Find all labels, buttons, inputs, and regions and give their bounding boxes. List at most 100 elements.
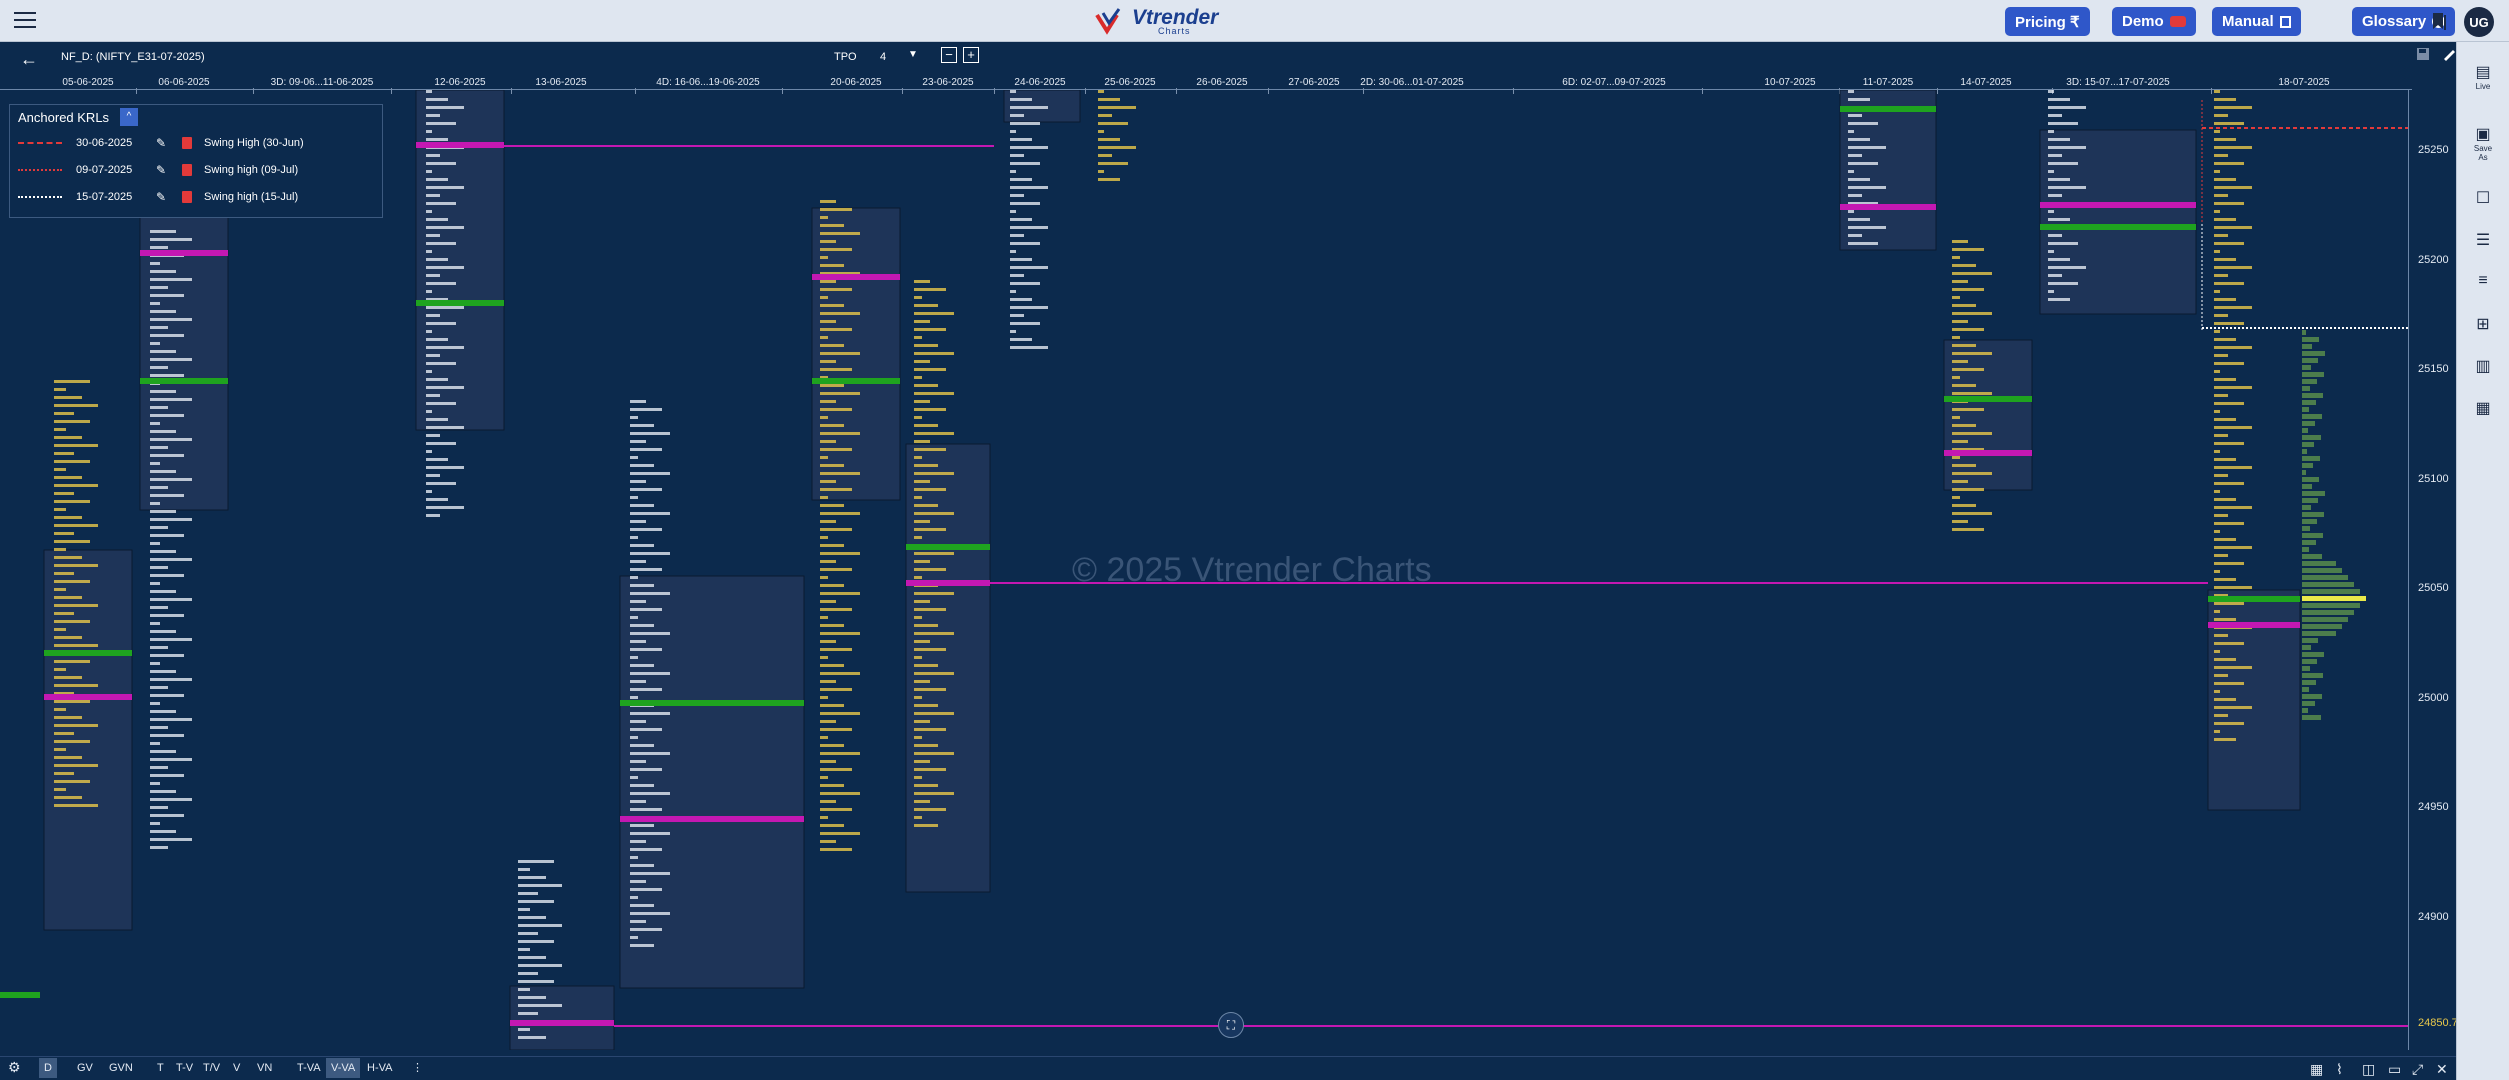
tpo-row bbox=[1010, 162, 1040, 165]
mode-t-v-button[interactable]: T-V bbox=[171, 1058, 198, 1078]
krl-name: Swing High (30-Jun) bbox=[204, 137, 304, 149]
tpo-row bbox=[820, 752, 860, 755]
tpo-row bbox=[54, 604, 98, 607]
mode-d-button[interactable]: D bbox=[39, 1058, 57, 1078]
tpo-row bbox=[54, 620, 90, 623]
price-tick: 25050 bbox=[2418, 582, 2449, 594]
more-options-icon[interactable]: ⋮ bbox=[412, 1061, 423, 1074]
pencil-icon[interactable]: ✎ bbox=[156, 163, 166, 177]
tpo-row bbox=[914, 360, 930, 363]
tpo-row bbox=[150, 622, 160, 625]
tpo-row bbox=[914, 736, 922, 739]
mode-h-va-button[interactable]: H-VA bbox=[362, 1058, 397, 1078]
save-as-button[interactable]: ▣ Save As bbox=[2471, 124, 2495, 162]
back-arrow-icon[interactable]: ← bbox=[20, 49, 38, 70]
tpo-row bbox=[54, 524, 98, 527]
volume-bar bbox=[2302, 393, 2323, 398]
tpo-row bbox=[630, 528, 662, 531]
tpo-row bbox=[820, 568, 852, 571]
pencil-icon[interactable]: ✎ bbox=[156, 190, 166, 204]
zoom-out-button[interactable]: − bbox=[941, 47, 957, 63]
tpo-row bbox=[150, 806, 168, 809]
tpo-row bbox=[2214, 274, 2228, 277]
manual-button[interactable]: Manual bbox=[2212, 7, 2301, 36]
mode-v-va-button[interactable]: V-VA bbox=[326, 1058, 361, 1078]
layout-icon[interactable]: ▭ bbox=[2388, 1061, 2401, 1078]
tpo-row bbox=[150, 462, 160, 465]
tpo-row bbox=[2048, 98, 2070, 101]
chevron-down-icon[interactable]: ▼ bbox=[908, 49, 918, 60]
value-area-bar bbox=[510, 1020, 614, 1026]
tpo-row bbox=[150, 798, 192, 801]
tpo-row bbox=[54, 588, 66, 591]
grid-button[interactable]: ⊞ bbox=[2471, 314, 2495, 334]
tpo-row bbox=[914, 768, 946, 771]
tpo-row bbox=[630, 464, 654, 467]
tpo-row bbox=[2214, 642, 2244, 645]
volume-bar bbox=[2302, 708, 2308, 713]
tpo-size-select[interactable]: 4 bbox=[880, 51, 886, 63]
close-icon[interactable]: ✕ bbox=[2436, 1061, 2448, 1078]
avatar[interactable]: UG bbox=[2464, 7, 2494, 37]
tpo-row bbox=[150, 838, 192, 841]
bookmarks-icon[interactable] bbox=[2428, 10, 2450, 32]
mode-gvn-button[interactable]: GVN bbox=[104, 1058, 138, 1078]
demo-button[interactable]: Demo bbox=[2112, 7, 2196, 36]
tpo-row bbox=[150, 246, 168, 249]
tpo-row bbox=[426, 322, 456, 325]
tpo-row bbox=[518, 1036, 546, 1039]
tpo-row bbox=[426, 98, 448, 101]
volume-bar bbox=[2302, 715, 2321, 720]
tpo-row bbox=[150, 310, 176, 313]
price-tick: 25250 bbox=[2418, 144, 2449, 156]
menu-icon[interactable] bbox=[14, 12, 36, 30]
tpo-row bbox=[150, 422, 160, 425]
settings-gear-icon[interactable]: ⚙ bbox=[8, 1059, 21, 1076]
live-button[interactable]: ▤ Live bbox=[2471, 62, 2495, 91]
collapse-button[interactable]: ^ bbox=[120, 108, 138, 126]
tpo-row bbox=[630, 488, 662, 491]
pricing-button[interactable]: Pricing ₹ bbox=[2005, 7, 2090, 36]
save-icon[interactable] bbox=[2415, 46, 2431, 62]
tpo-row bbox=[630, 568, 662, 571]
zoom-in-button[interactable]: + bbox=[963, 47, 979, 63]
tpo-row bbox=[914, 312, 954, 315]
line-chart-icon[interactable]: ⌇ bbox=[2336, 1061, 2343, 1078]
mode-v-button[interactable]: V bbox=[228, 1058, 245, 1078]
tpo-row bbox=[1952, 248, 1984, 251]
tpo-row bbox=[2214, 218, 2236, 221]
mode-t-va-button[interactable]: T-VA bbox=[292, 1058, 326, 1078]
tiles-button[interactable]: ▦ bbox=[2471, 398, 2495, 418]
value-area-bar bbox=[1944, 450, 2032, 456]
trash-icon[interactable] bbox=[182, 191, 192, 203]
mode-vn-button[interactable]: VN bbox=[252, 1058, 277, 1078]
tpo-row bbox=[2214, 498, 2236, 501]
trash-icon[interactable] bbox=[182, 164, 192, 176]
panel-toggle-button[interactable]: ☐ bbox=[2471, 188, 2495, 208]
tpo-row bbox=[518, 924, 562, 927]
columns-button[interactable]: ▥ bbox=[2471, 356, 2495, 376]
tpo-row bbox=[914, 672, 954, 675]
date-label: 10-07-2025 bbox=[1764, 77, 1816, 88]
tpo-row bbox=[1010, 202, 1040, 205]
camera-icon[interactable]: ◫ bbox=[2362, 1061, 2375, 1078]
mode-t-slash-v-button[interactable]: T/V bbox=[198, 1058, 225, 1078]
draw-icon[interactable] bbox=[2441, 46, 2457, 62]
mode-t-button[interactable]: T bbox=[152, 1058, 169, 1078]
tpo-row bbox=[54, 404, 98, 407]
tpo-row bbox=[820, 728, 852, 731]
tpo-row bbox=[630, 688, 662, 691]
pencil-icon[interactable]: ✎ bbox=[156, 136, 166, 150]
tpo-row bbox=[2214, 234, 2228, 237]
tpo-row bbox=[820, 624, 844, 627]
tpo-row bbox=[1010, 146, 1048, 149]
rows-button[interactable]: ≡ bbox=[2471, 272, 2495, 290]
table-icon[interactable]: ▦ bbox=[2310, 1061, 2323, 1078]
tpo-row bbox=[426, 346, 464, 349]
fullscreen-button[interactable]: ⛶ bbox=[1218, 1012, 1244, 1038]
tpo-row bbox=[150, 574, 184, 577]
notes-button[interactable]: ☰ bbox=[2471, 230, 2495, 250]
expand-icon[interactable]: ⤢ bbox=[2412, 1061, 2423, 1078]
trash-icon[interactable] bbox=[182, 137, 192, 149]
mode-gv-button[interactable]: GV bbox=[72, 1058, 98, 1078]
